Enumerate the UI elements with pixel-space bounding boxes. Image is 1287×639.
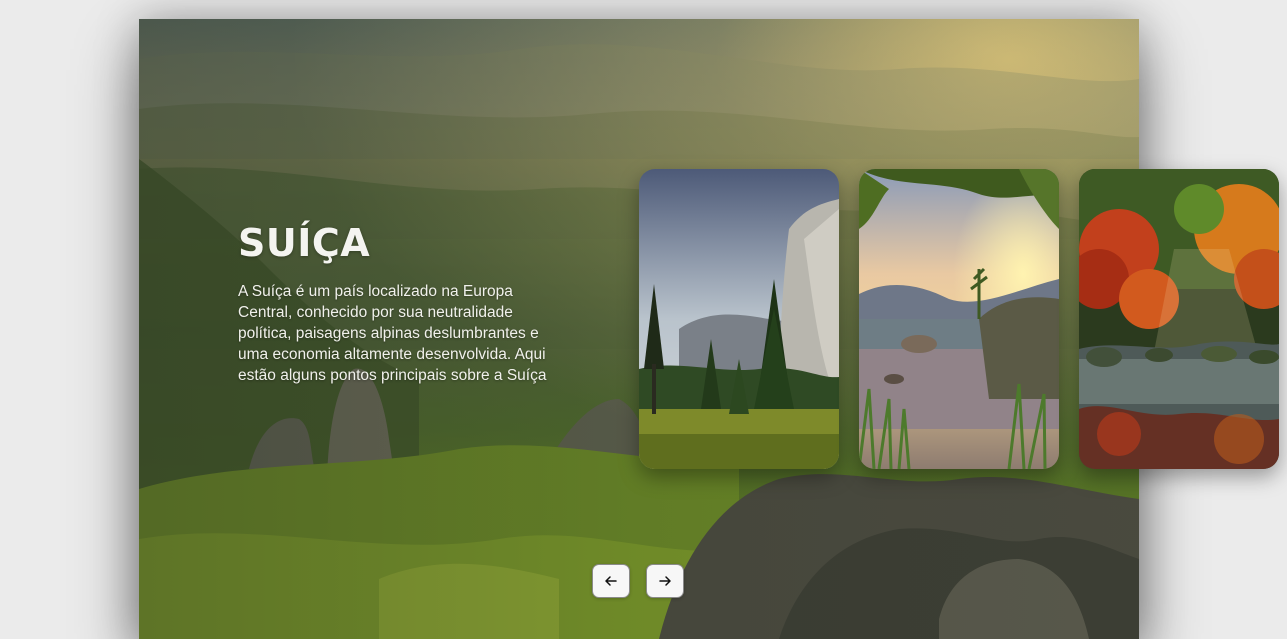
sunset-lake-image: [859, 169, 1059, 469]
hero-content: SUÍÇA A Suíça é um país localizado na Eu…: [238, 219, 548, 386]
autumn-pond-image: [1079, 169, 1279, 469]
page-title: SUÍÇA: [238, 221, 371, 265]
slide-card-sunset-lake[interactable]: [859, 169, 1059, 469]
hero-slider: SUÍÇA A Suíça é um país localizado na Eu…: [139, 19, 1279, 639]
previous-button[interactable]: [592, 564, 630, 598]
slide-card-autumn-pond[interactable]: [1079, 169, 1279, 469]
arrow-left-icon: [605, 576, 617, 586]
next-button[interactable]: [646, 564, 684, 598]
slide-card-mountain-forest[interactable]: [639, 169, 839, 469]
hero-description: A Suíça é um país localizado na Europa C…: [238, 283, 547, 384]
mountain-forest-image: [639, 169, 839, 469]
slider-navigation: [592, 564, 684, 598]
arrow-right-icon: [659, 576, 671, 586]
